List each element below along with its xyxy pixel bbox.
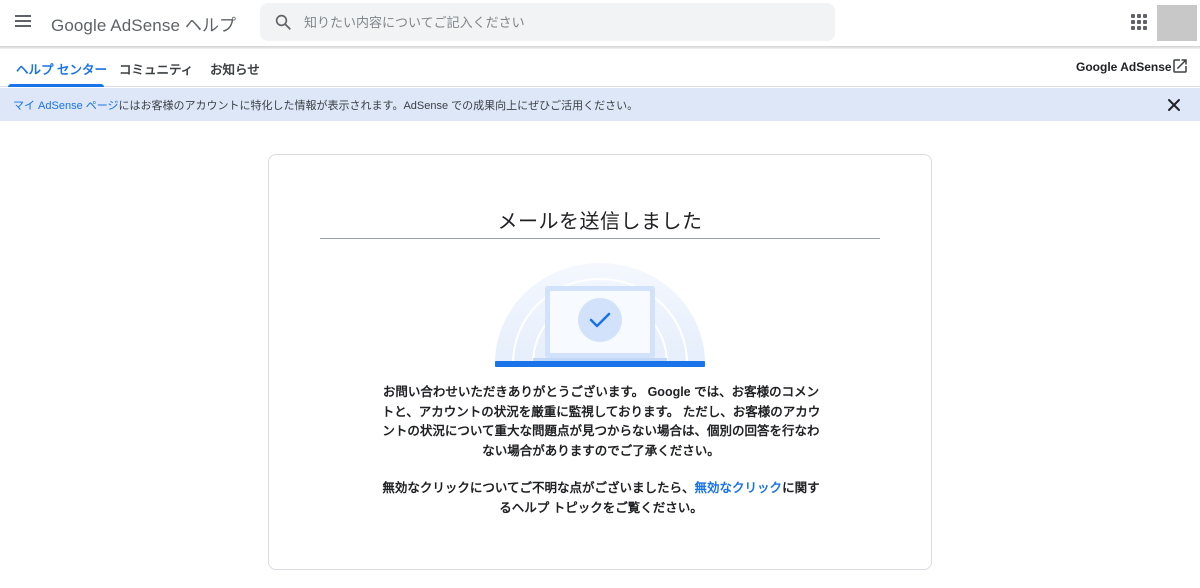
info-banner: マイ AdSense ページにはお客様のアカウントに特化した情報が表示されます。… [0,88,1200,121]
tab-help-center[interactable]: ヘルプ センター [16,59,107,78]
close-icon[interactable] [1164,95,1184,115]
invalid-clicks-link[interactable]: 無効なクリック [695,481,783,495]
open-in-new-icon[interactable] [1171,57,1189,75]
search-input[interactable] [304,3,824,41]
laptop-checkmark-illustration [495,263,705,367]
thank-you-message: お問い合わせいただきありがとうございます。 Google では、お客様のコメント… [381,385,821,458]
avatar[interactable] [1157,5,1197,41]
tab-announcements[interactable]: お知らせ [210,59,260,78]
apps-grid-icon[interactable] [1131,14,1147,30]
menu-icon[interactable] [10,8,36,34]
my-adsense-link[interactable]: マイ AdSense ページ [13,100,119,112]
confirmation-card: メールを送信しました お問い合わせいただきありがとうございます。 Google … [268,154,932,570]
tab-row: ヘルプ センター コミュニティ お知らせ Google AdSense [0,49,1200,87]
card-divider [320,238,880,239]
search-box[interactable] [260,3,835,41]
card-title: メールを送信しました [497,211,703,233]
banner-text: にはお客様のアカウントに特化した情報が表示されます。AdSense での成果向上… [118,100,639,112]
search-icon[interactable] [274,13,292,31]
paragraph2-before: 無効なクリックについてご不明な点がございましたら、 [382,481,695,495]
invalid-click-message: 無効なクリックについてご不明な点がございましたら、無効なクリックに関するヘルプ … [379,479,823,518]
active-tab-indicator [8,84,104,87]
top-bar: Google AdSense ヘルプ [0,0,1200,46]
banner-message: マイ AdSense ページにはお客様のアカウントに特化した情報が表示されます。… [13,97,638,113]
product-title[interactable]: Google AdSense ヘルプ [51,11,236,36]
tab-community[interactable]: コミュニティ [119,59,193,78]
adsense-external-link[interactable]: Google AdSense [1076,60,1172,74]
